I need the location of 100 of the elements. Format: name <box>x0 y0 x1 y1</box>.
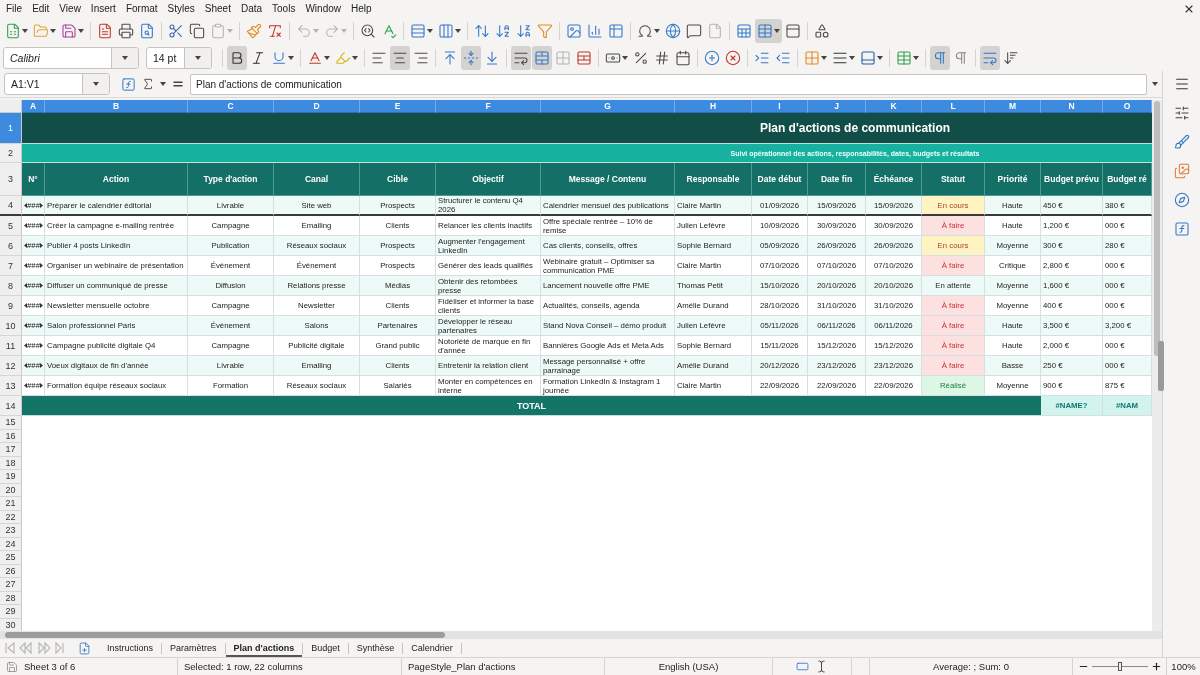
wrap-text-button[interactable] <box>511 45 531 70</box>
row-header[interactable]: 12 <box>0 356 22 376</box>
merge-center-button[interactable] <box>532 45 552 70</box>
row-header[interactable]: 14 <box>0 396 22 416</box>
row-header[interactable]: 10 <box>0 316 22 336</box>
row-header[interactable]: 21 <box>0 497 22 511</box>
overflow-right-icon <box>40 363 43 368</box>
row-header[interactable]: 15 <box>0 416 22 430</box>
language[interactable]: English (USA) <box>658 661 719 672</box>
column-header[interactable]: G <box>541 100 675 113</box>
paintbrush-icon <box>246 22 262 39</box>
row-header[interactable]: 25 <box>0 551 22 565</box>
row-header[interactable]: 3 <box>0 163 22 196</box>
sheet-tab[interactable]: Synthèse <box>348 639 403 657</box>
images-icon[interactable] <box>1173 163 1190 179</box>
function-icon[interactable] <box>1173 221 1190 237</box>
row-header[interactable]: 17 <box>0 443 22 457</box>
caret-icon <box>654 28 660 33</box>
row-header[interactable]: 2 <box>0 144 22 163</box>
column-header[interactable]: J <box>808 100 866 113</box>
caret-icon[interactable] <box>1152 82 1158 86</box>
row-header[interactable]: 29 <box>0 605 22 619</box>
row-header[interactable]: 8 <box>0 276 22 296</box>
header-cell: Objectif <box>436 163 541 196</box>
scroll-thumb[interactable] <box>5 632 445 638</box>
column-header[interactable]: M <box>985 100 1041 113</box>
menu-item[interactable]: Sheet <box>199 1 236 16</box>
dropdown-button[interactable] <box>184 47 211 68</box>
dropdown-button[interactable] <box>82 74 109 94</box>
row-header[interactable]: 23 <box>0 524 22 538</box>
column-header[interactable]: D <box>274 100 360 113</box>
dropdown-button[interactable] <box>111 47 138 68</box>
compass-icon[interactable] <box>1173 192 1190 208</box>
row-header[interactable]: 5 <box>0 216 22 236</box>
sheet-navigation-icon[interactable] <box>5 642 65 654</box>
menu-item[interactable]: View <box>54 1 86 16</box>
column-header[interactable]: B <box>45 100 188 113</box>
sliders-icon[interactable] <box>1173 105 1190 121</box>
rectangle-icon[interactable] <box>796 660 809 673</box>
menu-item[interactable]: Help <box>346 1 377 16</box>
menu-item[interactable]: Format <box>120 1 163 16</box>
zoom-in-icon[interactable] <box>1150 661 1162 672</box>
menu-item[interactable]: Tools <box>267 1 301 16</box>
horizontal-scrollbar[interactable] <box>0 631 1162 639</box>
column-header[interactable]: H <box>675 100 752 113</box>
bold-button[interactable] <box>227 45 247 70</box>
column-header[interactable]: I <box>752 100 808 113</box>
sidebar-handle[interactable] <box>1158 341 1164 391</box>
brush-icon[interactable] <box>1173 134 1190 150</box>
row-header[interactable]: 27 <box>0 578 22 592</box>
column-header[interactable]: A <box>22 100 45 113</box>
save-icon[interactable] <box>6 660 18 673</box>
freeze-button[interactable] <box>755 18 782 43</box>
zoom-level: 100% <box>1171 661 1196 672</box>
font-name-combobox[interactable]: Calibri <box>3 46 139 69</box>
font-size-combobox[interactable]: 14 pt <box>146 46 212 69</box>
slider-thumb[interactable] <box>1117 662 1122 671</box>
text-direction-button[interactable] <box>980 45 1000 70</box>
row-header[interactable]: 11 <box>0 336 22 356</box>
row-header[interactable]: 19 <box>0 470 22 484</box>
row-header[interactable]: 6 <box>0 236 22 256</box>
menu-icon[interactable] <box>1173 76 1190 92</box>
file-plus-icon[interactable] <box>78 641 91 655</box>
column-header[interactable]: O <box>1103 100 1152 113</box>
column-header[interactable]: C <box>188 100 274 113</box>
column-header[interactable]: F <box>436 100 541 113</box>
menu-item[interactable]: Window <box>300 1 346 16</box>
left-to-right-button[interactable] <box>930 45 950 70</box>
menu-item[interactable]: Styles <box>162 1 200 16</box>
sheet-tab[interactable]: Calendrier <box>403 639 461 657</box>
caret-icon[interactable] <box>160 82 166 86</box>
row-header[interactable]: 4 <box>0 196 22 216</box>
name-box[interactable]: A1:V1 <box>4 73 110 95</box>
column-header[interactable]: E <box>360 100 436 113</box>
sheet-tab[interactable]: Instructions <box>99 639 162 657</box>
menu-item[interactable]: Edit <box>27 1 55 16</box>
overflow-right-icon <box>40 223 43 228</box>
printer-icon <box>118 22 134 39</box>
text-cursor-icon[interactable] <box>815 660 828 673</box>
sheet-tab[interactable]: Plan d'actions <box>225 639 303 657</box>
formula-input[interactable]: Plan d'actions de communication <box>190 73 1147 95</box>
align-center-button[interactable] <box>390 45 410 70</box>
sheet-tab[interactable]: Budget <box>303 639 348 657</box>
align-middle-button[interactable] <box>461 45 481 70</box>
sigma-icon[interactable] <box>141 77 155 91</box>
function-icon[interactable] <box>121 76 136 92</box>
row-header[interactable]: 7 <box>0 256 22 276</box>
sheet-tab[interactable]: Paramètres <box>162 639 225 657</box>
scroll-thumb[interactable] <box>1154 101 1160 356</box>
menu-item[interactable]: Data <box>235 1 268 16</box>
row-header[interactable]: 13 <box>0 376 22 396</box>
column-header[interactable]: L <box>922 100 985 113</box>
row-header[interactable]: 1 <box>0 113 22 144</box>
row-header[interactable]: 9 <box>0 296 22 316</box>
overflow-left-icon <box>24 223 27 228</box>
column-header[interactable]: N <box>1041 100 1103 113</box>
vertical-scrollbar[interactable] <box>1152 100 1162 631</box>
menu-item[interactable]: File <box>1 1 28 16</box>
column-header[interactable]: K <box>866 100 922 113</box>
menu-item[interactable]: Insert <box>85 1 121 16</box>
